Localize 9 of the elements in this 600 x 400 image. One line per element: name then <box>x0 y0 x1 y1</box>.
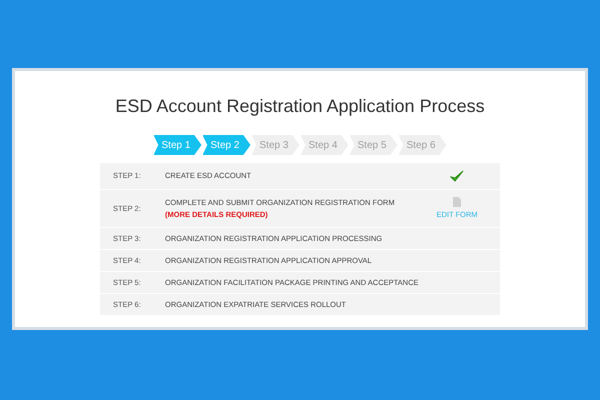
document-icon <box>453 196 461 207</box>
step-tab[interactable]: Step 4 <box>300 135 348 155</box>
page-title: ESD Account Registration Application Process <box>115 95 485 117</box>
step-tab[interactable]: Step 6 <box>398 135 446 155</box>
step-tab[interactable]: Step 5 <box>350 135 398 155</box>
step-tab[interactable]: Step 1 <box>154 135 202 155</box>
step-tab[interactable]: Step 2 <box>202 135 250 155</box>
checkmark-icon <box>450 170 464 182</box>
step-tab[interactable]: Step 3 <box>252 135 300 155</box>
